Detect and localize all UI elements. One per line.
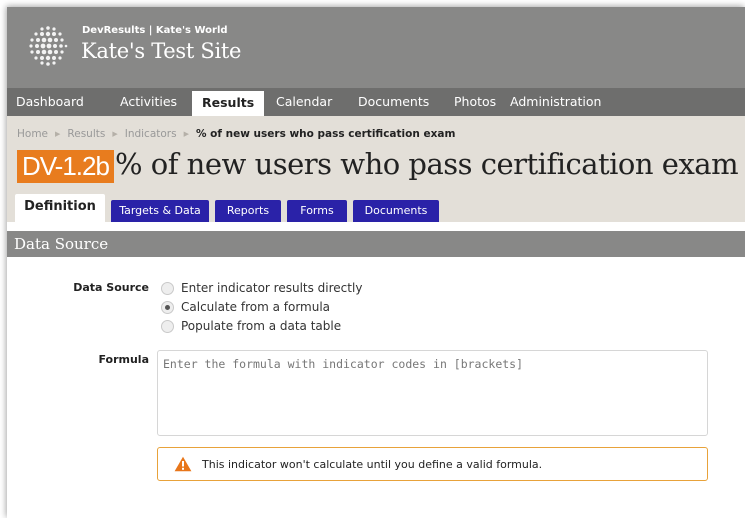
tab-definition[interactable]: Definition [15,194,105,222]
nav-calendar[interactable]: Calendar [276,88,332,116]
page-head: Home ▶ Results ▶ Indicators ▶ % of new users w… [7,116,745,222]
nav-results[interactable]: Results [192,91,265,116]
nav-dashboard[interactable]: Dashboard [16,88,84,116]
breadcrumb-current: % of new users who pass certification ex… [195,128,456,140]
tab-targets-data[interactable]: Targets & Data [111,200,209,222]
main-nav: Dashboard Activities Results Calendar Do… [7,88,745,116]
breadcrumb: Home ▶ Results ▶ Indicators ▶ % of new users w… [17,128,455,140]
breadcrumb-separator-icon: ▶ [183,130,189,138]
warning-icon [174,456,192,472]
page-title: % of new users who pass certification ex… [115,147,739,181]
tab-documents[interactable]: Documents [353,200,439,222]
org-name: DevResults | Kate's World [82,25,228,36]
tab-reports[interactable]: Reports [215,200,281,222]
formula-label: Formula [98,353,149,366]
nav-activities[interactable]: Activities [120,88,177,116]
formula-warning: This indicator won't calculate until you… [157,447,708,481]
section-header-data-source: Data Source [7,231,745,257]
radio-label: Enter indicator results directly [181,281,363,295]
warning-text: This indicator won't calculate until you… [202,457,543,471]
site-header: DevResults | Kate's World Kate's Test Si… [7,7,745,88]
radio-button[interactable] [161,281,174,295]
radio-button[interactable] [161,319,174,333]
nav-documents[interactable]: Documents [358,88,429,116]
radio-populate-table[interactable]: Populate from a data table [161,317,341,335]
app-window: DevResults | Kate's World Kate's Test Si… [7,7,745,518]
formula-input[interactable] [157,350,708,436]
site-name[interactable]: Kate's Test Site [81,39,241,63]
breadcrumb-indicators[interactable]: Indicators [125,128,177,140]
globe-logo-icon[interactable] [23,21,73,71]
breadcrumb-results[interactable]: Results [67,128,105,140]
radio-button-selected[interactable] [161,300,174,314]
breadcrumb-home[interactable]: Home [17,128,48,140]
data-source-label: Data Source [73,281,149,294]
tab-forms[interactable]: Forms [287,200,347,222]
indicator-code-badge: DV-1.2b [17,150,114,183]
radio-label: Calculate from a formula [181,300,331,314]
radio-calculate-formula[interactable]: Calculate from a formula [161,298,330,316]
radio-label: Populate from a data table [181,319,342,333]
nav-administration[interactable]: Administration [510,88,601,116]
breadcrumb-separator-icon: ▶ [55,130,61,138]
radio-enter-directly[interactable]: Enter indicator results directly [161,279,362,297]
breadcrumb-separator-icon: ▶ [112,130,118,138]
nav-photos[interactable]: Photos [454,88,496,116]
